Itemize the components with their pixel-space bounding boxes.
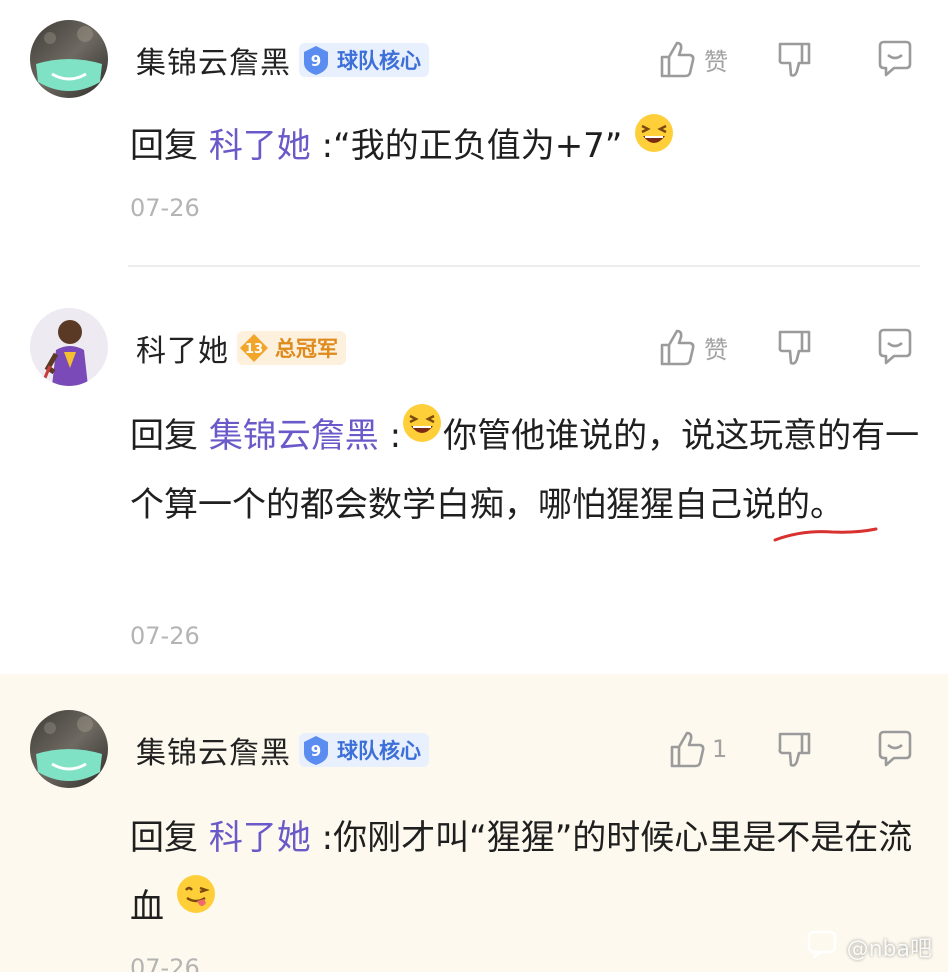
comment-item: 集锦云詹黑 9 球队核心 赞 回复 科了她:“我的正负值为+7” 07-26 <box>0 0 948 268</box>
author-row: 集锦云詹黑 9 球队核心 <box>136 38 429 82</box>
comment-date: 07-26 <box>130 194 200 222</box>
comment-item: 科了她 13 总冠军 赞 回复 集锦云詹黑: 你管他谁说的，说这玩意的有一个算… <box>0 268 948 674</box>
level-badge: 13 总冠军 <box>237 331 346 365</box>
reply-prefix: 回复 <box>130 818 198 858</box>
level-shield-icon: 9 <box>299 733 333 767</box>
comment-text: 回复 科了她 :你刚才叫“猩猩”的时候心里是不是在流血 <box>130 804 930 942</box>
level-shield-icon: 13 <box>237 331 271 365</box>
thumbs-down-icon <box>776 39 814 79</box>
username[interactable]: 科了她 <box>136 326 229 370</box>
dislike-button[interactable] <box>776 724 814 774</box>
comment-body: :“我的正负值为+7” <box>310 126 634 166</box>
reply-button[interactable] <box>874 322 916 372</box>
mention-link[interactable]: 科了她 <box>209 818 311 858</box>
comment-bubble-icon <box>874 326 916 368</box>
thumbs-down-icon <box>776 327 814 367</box>
divider <box>128 265 920 267</box>
mention-link[interactable]: 科了她 <box>209 126 311 166</box>
reply-button[interactable] <box>874 724 916 774</box>
like-button[interactable]: 1 <box>668 724 727 774</box>
badge-title: 球队核心 <box>337 49 421 73</box>
badge-level-number: 13 <box>245 342 263 357</box>
tongue-out-emoji-icon <box>175 870 217 939</box>
reply-prefix: 回复 <box>130 126 198 166</box>
author-row: 科了她 13 总冠军 <box>136 326 346 370</box>
author-row: 集锦云詹黑 9 球队核心 <box>136 728 429 772</box>
reply-button[interactable] <box>874 34 916 84</box>
level-badge: 9 球队核心 <box>299 43 429 77</box>
comment-date: 07-26 <box>130 954 200 972</box>
username[interactable]: 集锦云詹黑 <box>136 38 291 82</box>
watermark: @nba吧 <box>807 930 932 964</box>
badge-title: 球队核心 <box>337 739 421 763</box>
thumbs-up-icon <box>668 729 706 769</box>
comment-thread: 集锦云詹黑 9 球队核心 赞 回复 科了她:“我的正负值为+7” 07-26 … <box>0 0 948 972</box>
comment-bubble-icon <box>874 728 916 770</box>
username[interactable]: 集锦云詹黑 <box>136 728 291 772</box>
like-button[interactable]: 赞 <box>658 34 728 84</box>
separator: : <box>378 416 402 456</box>
dislike-button[interactable] <box>776 322 814 372</box>
comment-actions: 赞 <box>628 34 948 84</box>
avatar[interactable] <box>30 308 108 386</box>
comment-actions: 1 <box>628 724 948 774</box>
like-label: 赞 <box>704 47 728 76</box>
dislike-button[interactable] <box>776 34 814 84</box>
badge-level-number: 9 <box>311 52 321 70</box>
thumbs-down-icon <box>776 729 814 769</box>
badge-level-number: 9 <box>311 742 321 760</box>
watermark-text: @nba吧 <box>846 937 932 962</box>
laughing-emoji-icon <box>401 399 443 468</box>
laughing-emoji-icon <box>633 109 675 178</box>
like-button[interactable]: 赞 <box>658 322 728 372</box>
avatar[interactable] <box>30 20 108 98</box>
like-label: 赞 <box>704 335 728 364</box>
level-shield-icon: 9 <box>299 43 333 77</box>
thumbs-up-icon <box>658 39 696 79</box>
level-badge: 9 球队核心 <box>299 733 429 767</box>
comment-item: 集锦云詹黑 9 球队核心 1 回复 科了她:你刚才叫“猩猩”的时候心里是不是在… <box>0 674 948 972</box>
reply-prefix: 回复 <box>130 416 198 456</box>
comment-bubble-icon <box>874 38 916 80</box>
comment-actions: 赞 <box>628 322 948 372</box>
avatar[interactable] <box>30 710 108 788</box>
comment-date: 07-26 <box>130 622 200 650</box>
like-count: 1 <box>712 735 728 763</box>
badge-title: 总冠军 <box>275 337 338 361</box>
app-logo-icon <box>807 930 837 964</box>
comment-text: 回复 集锦云詹黑 : 你管他谁说的，说这玩意的有一个算一个的都会数学白痴，哪怕猩猩… <box>130 402 930 540</box>
mention-link[interactable]: 集锦云詹黑 <box>209 416 379 456</box>
thumbs-up-icon <box>658 327 696 367</box>
comment-text: 回复 科了她 :“我的正负值为+7” <box>130 112 930 181</box>
